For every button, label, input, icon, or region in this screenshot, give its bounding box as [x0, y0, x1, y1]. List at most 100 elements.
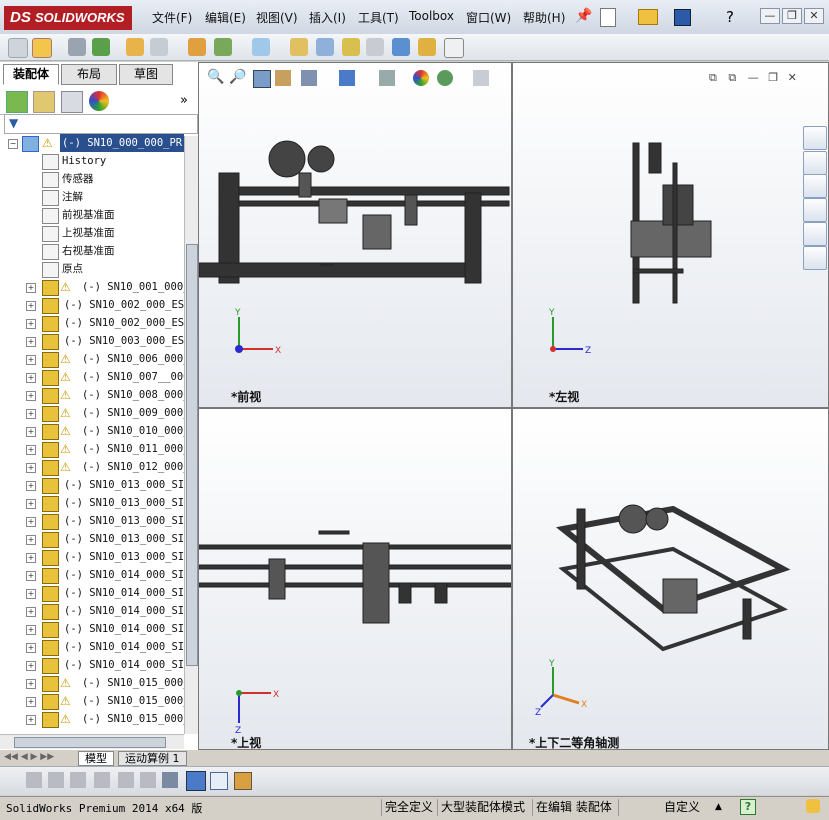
help-button[interactable]: ? — [740, 799, 756, 815]
viewport-maximize-icon[interactable]: ❐ — [768, 71, 778, 84]
expand-icon[interactable]: + — [26, 319, 36, 329]
menu-edit[interactable]: 编辑(E) — [205, 9, 246, 26]
previous-view-icon[interactable] — [253, 70, 271, 88]
tree-component-item[interactable]: + ⚠ (-) SN10_008_000_ — [0, 386, 184, 404]
tree-h-scroll-thumb[interactable] — [14, 737, 166, 748]
tree-component-item[interactable]: + (-) SN10_003_000_EST — [0, 332, 184, 350]
top-view-model[interactable] — [199, 529, 511, 629]
tree-component-item[interactable]: + ⚠ (-) SN10_006_000_ — [0, 350, 184, 368]
viewport-isometric[interactable]: Y X Z *上下二等角轴测 — [512, 408, 829, 750]
tree-root-assembly[interactable]: − ⚠ (-) SN10_000_000_PR — [0, 134, 184, 152]
assembly-features-icon[interactable] — [252, 38, 270, 56]
expand-icon[interactable]: + — [26, 607, 36, 617]
left-view-model[interactable] — [513, 133, 803, 313]
tree-component-item[interactable]: + (-) SN10_014_000_SIS — [0, 584, 184, 602]
insert-component-icon[interactable] — [32, 38, 52, 58]
tree-component-item[interactable]: + (-) SN10_002_000_EST — [0, 296, 184, 314]
expand-icon[interactable]: + — [26, 301, 36, 311]
expand-icon[interactable]: + — [26, 409, 36, 419]
expand-icon[interactable]: + — [26, 337, 36, 347]
tree-component-item[interactable]: + ⚠ (-) SN10_011_000_ — [0, 440, 184, 458]
tree-component-item[interactable]: + (-) SN10_014_000_SIS — [0, 620, 184, 638]
single-view-icon[interactable] — [162, 772, 178, 788]
feature-manager-tab-icon[interactable] — [6, 91, 28, 113]
solidworks-logo[interactable]: DS SOLIDWORKS — [4, 6, 132, 30]
instant3d-icon[interactable] — [444, 38, 464, 58]
collapse-icon[interactable]: − — [8, 139, 18, 149]
tree-component-item[interactable]: + ⚠ (-) SN10_015_000_ — [0, 692, 184, 710]
menu-tools[interactable]: 工具(T) — [358, 9, 399, 26]
viewport-top[interactable]: X Z *上视 — [198, 408, 512, 750]
restore-button[interactable]: ❐ — [782, 8, 802, 24]
new-motion-study-icon[interactable] — [316, 38, 334, 56]
mate-icon[interactable] — [92, 38, 110, 56]
display-manager-tab-icon[interactable] — [89, 91, 109, 111]
tree-feature-item[interactable]: 传感器 — [0, 170, 182, 188]
custom-properties-icon[interactable] — [803, 246, 827, 270]
tree-component-item[interactable]: + (-) SN10_013_000_SIS — [0, 512, 184, 530]
tab-assembly[interactable]: 装配体 — [3, 64, 59, 85]
expand-icon[interactable]: + — [26, 697, 36, 707]
tile-horizontal-icon[interactable]: ⧉ — [709, 71, 717, 84]
view-tool-3-icon[interactable] — [70, 772, 86, 788]
reference-geometry-icon[interactable] — [290, 38, 308, 56]
section-view-icon[interactable] — [275, 70, 291, 86]
menu-insert[interactable]: 插入(I) — [309, 9, 346, 26]
zoom-to-fit-icon[interactable]: 🔍 — [207, 69, 224, 85]
tab-motion-study[interactable]: 运动算例 1 — [118, 751, 187, 766]
view-settings-icon[interactable] — [473, 70, 489, 86]
open-folder-icon[interactable] — [638, 9, 658, 25]
expand-icon[interactable]: + — [26, 427, 36, 437]
paperclip-icon[interactable] — [68, 38, 86, 56]
tree-component-item[interactable]: + (-) SN10_013_000_SIS — [0, 494, 184, 512]
new-document-icon[interactable] — [600, 8, 616, 27]
view-orientation-icon[interactable] — [301, 70, 317, 86]
tree-feature-item[interactable]: 原点 — [0, 260, 182, 278]
expand-icon[interactable]: + — [26, 481, 36, 491]
menu-window[interactable]: 窗口(W) — [466, 9, 511, 26]
expand-icon[interactable]: + — [26, 391, 36, 401]
expand-icon[interactable]: + — [26, 499, 36, 509]
tree-feature-item[interactable]: 上视基准面 — [0, 224, 182, 242]
front-view-model[interactable] — [199, 123, 511, 293]
show-hidden-icon[interactable] — [214, 38, 232, 56]
hide-show-items-icon[interactable] — [379, 70, 395, 86]
tree-component-item[interactable]: + (-) SN10_014_000_SIS — [0, 656, 184, 674]
property-manager-tab-icon[interactable] — [33, 91, 55, 113]
expand-icon[interactable]: + — [26, 517, 36, 527]
tree-component-item[interactable]: + ⚠ (-) SN10_007__000 — [0, 368, 184, 386]
tree-component-item[interactable]: + ⚠ (-) SN10_010_000_ — [0, 422, 184, 440]
zoom-area-icon[interactable]: 🔎 — [229, 69, 246, 85]
tree-component-item[interactable]: + (-) SN10_002_000_EST — [0, 314, 184, 332]
rebuild-icon[interactable] — [806, 799, 820, 813]
tree-component-item[interactable]: + ⚠ (-) SN10_015_000_ — [0, 674, 184, 692]
tab-scroll-arrows-icon[interactable]: ◀◀ ◀ ▶ ▶▶ — [4, 752, 54, 762]
tree-component-item[interactable]: + (-) SN10_013_000_SIS — [0, 530, 184, 548]
move-component-icon[interactable] — [188, 38, 206, 56]
tile-vertical-icon[interactable]: ⧉ — [728, 71, 736, 84]
expand-icon[interactable]: + — [26, 625, 36, 635]
tree-component-item[interactable]: + (-) SN10_014_000_SIS — [0, 566, 184, 584]
file-explorer-icon[interactable] — [803, 174, 827, 198]
view-tool-1-icon[interactable] — [26, 772, 42, 788]
status-units[interactable]: 自定义 ▲ — [618, 799, 725, 816]
expand-icon[interactable]: + — [26, 283, 36, 293]
tab-sketch[interactable]: 草图 — [119, 64, 173, 85]
explode-line-sketch-icon[interactable] — [392, 38, 410, 56]
viewport-minimize-icon[interactable]: — — [748, 71, 759, 84]
tree-component-item[interactable]: + (-) SN10_014_000_SIS — [0, 638, 184, 656]
apply-scene-icon[interactable] — [437, 70, 453, 86]
viewport-left[interactable]: ⧉ ⧉ — ❐ ✕ Z Y *左视 — [512, 62, 829, 408]
tree-feature-item[interactable]: 注解 — [0, 188, 182, 206]
smart-fastener-icon[interactable] — [150, 38, 168, 56]
view-tool-5-icon[interactable] — [118, 772, 134, 788]
expand-panel-icon[interactable]: » — [180, 93, 188, 108]
tree-vertical-scrollbar[interactable] — [184, 136, 198, 734]
expand-icon[interactable]: + — [26, 463, 36, 473]
tab-layout[interactable]: 布局 — [61, 64, 117, 85]
tree-feature-item[interactable]: 前视基准面 — [0, 206, 182, 224]
expand-icon[interactable]: + — [26, 373, 36, 383]
tree-feature-item[interactable]: 右视基准面 — [0, 242, 182, 260]
component-pattern-icon[interactable] — [126, 38, 144, 56]
pin-icon[interactable]: 📌 — [575, 8, 592, 24]
